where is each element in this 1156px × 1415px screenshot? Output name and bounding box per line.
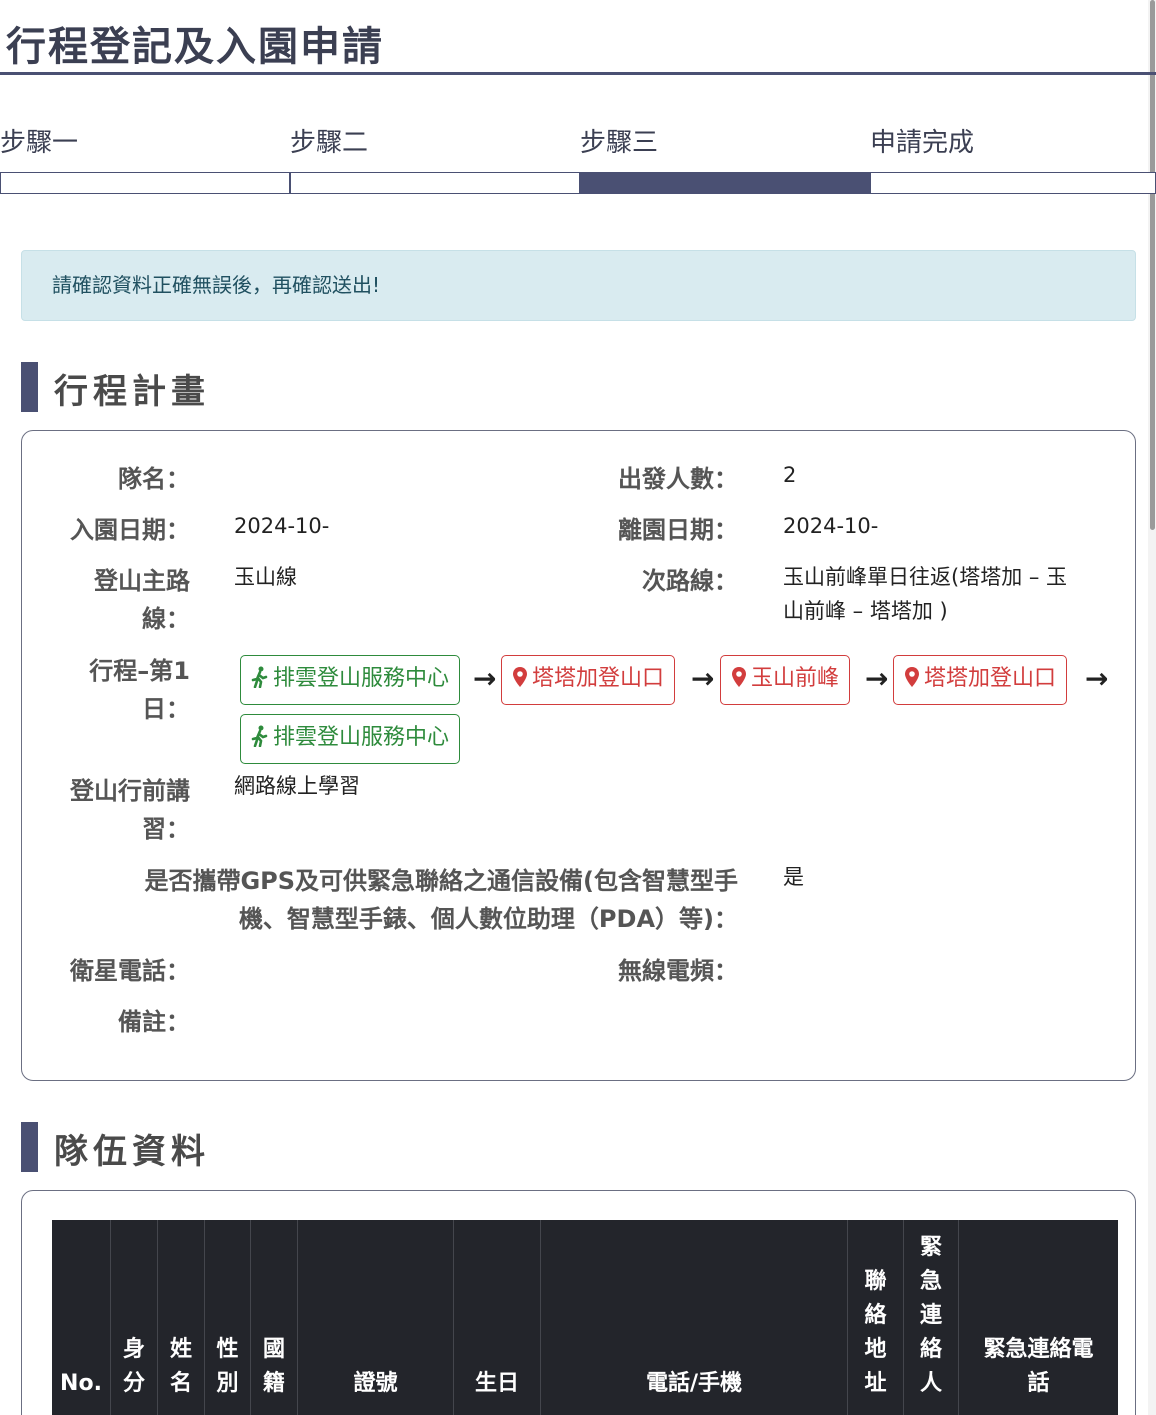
route-stop-2-label: 塔塔加登山口 xyxy=(532,666,665,691)
col-address-text: 聯絡地址 xyxy=(864,1269,887,1396)
route-stop-3: 玉山前峰 xyxy=(720,655,851,705)
briefing-label-line2: 習： xyxy=(142,815,190,843)
note-label: 備註： xyxy=(118,1008,190,1036)
route-stop-2: 塔塔加登山口 xyxy=(501,655,676,705)
route-stop-4: 塔塔加登山口 xyxy=(893,655,1068,705)
map-pin-icon xyxy=(513,667,527,687)
step-4: 申請完成 xyxy=(870,118,1156,194)
col-identity: 身分 xyxy=(111,1220,158,1415)
briefing-value: 網路線上學習 xyxy=(234,774,360,798)
heading-accent-bar xyxy=(21,1122,38,1172)
briefing-label: 登山行前講 習： xyxy=(40,772,190,848)
team-name-label: 隊名： xyxy=(118,465,190,493)
sub-route-value: 玉山前峰單日往返(塔塔加 – 玉 山前峰 – 塔塔加 ) xyxy=(783,560,1067,628)
sub-route-value-line1: 玉山前峰單日往返(塔塔加 – 玉 xyxy=(783,565,1068,589)
route-arrow-icon: → xyxy=(473,662,497,695)
col-gender-text: 性別 xyxy=(216,1337,239,1396)
col-emergency-contact-text: 緊急連絡人 xyxy=(920,1235,943,1396)
gps-label-line1: 是否攜帶GPS及可供緊急聯絡之通信設備(包含智慧型手 xyxy=(144,867,738,895)
step-1: 步驟一 xyxy=(0,118,290,194)
step-4-bar xyxy=(870,172,1156,194)
radio-frequency-label: 無線電頻： xyxy=(618,957,738,985)
col-identity-text: 身分 xyxy=(123,1337,146,1396)
team-heading-text: 隊伍資料 xyxy=(54,1132,210,1172)
main-route-label-line2: 線： xyxy=(142,605,190,633)
route-stop-start: 排雲登山服務中心 xyxy=(240,655,461,705)
hiker-icon xyxy=(251,725,268,748)
col-name: 姓名 xyxy=(158,1220,205,1415)
gps-label: 是否攜帶GPS及可供緊急聯絡之通信設備(包含智慧型手 機、智慧型手錶、個人數位助… xyxy=(40,862,738,938)
main-route-label: 登山主路 線： xyxy=(40,562,190,638)
leave-date-value: 2024-10- xyxy=(783,514,879,538)
scrollbar-thumb[interactable] xyxy=(1150,0,1155,530)
step-4-label: 申請完成 xyxy=(870,128,975,158)
col-nationality: 國籍 xyxy=(251,1220,298,1415)
step-3-label: 步驟三 xyxy=(580,128,659,158)
route-stop-3-label: 玉山前峰 xyxy=(751,666,840,691)
col-name-text: 姓名 xyxy=(170,1337,193,1396)
route-arrow-icon: → xyxy=(691,662,715,695)
col-emergency-contact: 緊急連絡人 xyxy=(904,1220,959,1415)
step-1-bar xyxy=(0,172,290,194)
team-table-header: No. 身分 姓名 性別 國籍 證號 生日 電話/手機 聯絡地址 緊急連絡人 緊… xyxy=(52,1220,1118,1415)
route-arrow-icon: → xyxy=(1085,662,1109,695)
col-emergency-phone-text: 緊急連絡電話 xyxy=(983,1337,1094,1396)
step-1-label: 步驟一 xyxy=(0,128,79,158)
day1-label-line1: 行程–第1 xyxy=(89,657,190,685)
confirm-alert: 請確認資料正確無誤後，再確認送出! xyxy=(21,250,1136,321)
step-2: 步驟二 xyxy=(290,118,580,194)
briefing-label-line1: 登山行前講 xyxy=(70,777,190,805)
people-label: 出發人數： xyxy=(618,465,738,493)
col-no: No. xyxy=(52,1220,111,1415)
sub-route-value-line2: 山前峰 – 塔塔加 ) xyxy=(783,599,948,623)
gps-label-line2: 機、智慧型手錶、個人數位助理（PDA）等)： xyxy=(238,905,738,933)
heading-accent-bar xyxy=(21,362,38,412)
itinerary-heading-text: 行程計畫 xyxy=(54,372,210,412)
main-route-label-line1: 登山主路 xyxy=(94,567,190,595)
step-2-bar xyxy=(290,172,580,194)
route-stop-end: 排雲登山服務中心 xyxy=(240,714,461,764)
route-stop-4-label: 塔塔加登山口 xyxy=(924,666,1057,691)
col-phone: 電話/手機 xyxy=(541,1220,848,1415)
route-arrow-icon: → xyxy=(865,662,889,695)
map-pin-icon xyxy=(905,667,919,687)
col-address: 聯絡地址 xyxy=(848,1220,904,1415)
col-birthday: 生日 xyxy=(454,1220,541,1415)
col-gender: 性別 xyxy=(205,1220,251,1415)
enter-date-value: 2024-10- xyxy=(234,514,330,538)
people-value: 2 xyxy=(783,463,797,487)
leave-date-label: 離園日期： xyxy=(618,516,738,544)
hiker-icon xyxy=(251,666,268,689)
col-nationality-text: 國籍 xyxy=(263,1337,286,1396)
enter-date-label: 入園日期： xyxy=(70,516,190,544)
page-title: 行程登記及入園申請 xyxy=(6,24,384,70)
day1-label: 行程–第1 日： xyxy=(40,652,190,728)
step-3: 步驟三 xyxy=(580,118,870,194)
main-route-value: 玉山線 xyxy=(234,565,297,589)
gps-value: 是 xyxy=(783,865,804,889)
step-2-label: 步驟二 xyxy=(290,128,369,158)
satellite-phone-label: 衛星電話： xyxy=(70,957,190,985)
col-emergency-phone: 緊急連絡電話 xyxy=(959,1220,1118,1415)
page: 行程登記及入園申請 步驟一 步驟二 步驟三 申請完成 請確認資料正確無誤後，再確… xyxy=(0,0,1156,1415)
title-divider xyxy=(0,72,1156,75)
route-stop-start-label: 排雲登山服務中心 xyxy=(273,666,450,691)
sub-route-label: 次路線： xyxy=(642,567,738,595)
col-id-number: 證號 xyxy=(298,1220,454,1415)
route-stop-end-label: 排雲登山服務中心 xyxy=(273,725,450,750)
step-3-bar xyxy=(580,172,870,194)
map-pin-icon xyxy=(732,667,746,687)
day1-label-line2: 日： xyxy=(142,695,190,723)
